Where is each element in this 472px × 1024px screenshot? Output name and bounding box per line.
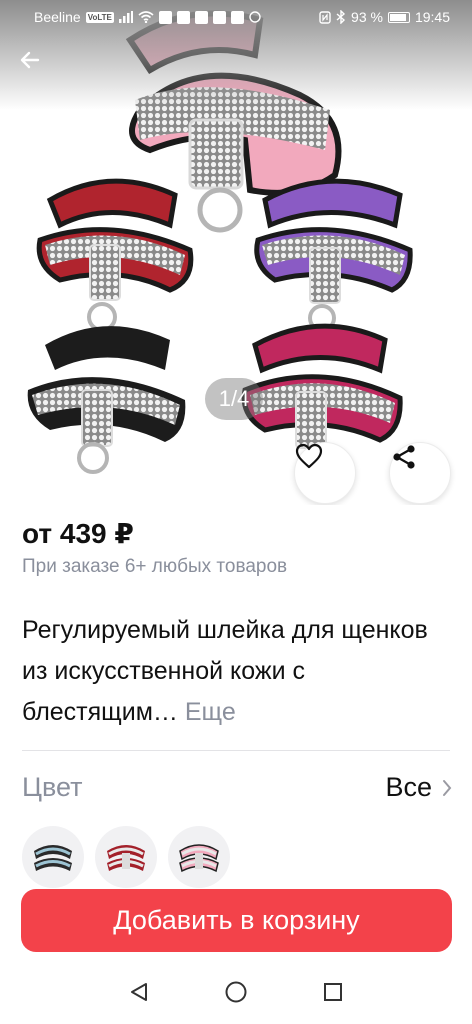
- add-to-cart-button[interactable]: Добавить в корзину: [21, 889, 452, 952]
- nav-recents-button[interactable]: [313, 972, 353, 1012]
- wifi-icon: [138, 11, 154, 23]
- notification-app-icon: [230, 10, 244, 24]
- favorite-button[interactable]: [294, 442, 356, 504]
- promo-text: При заказе 6+ любых товаров: [22, 556, 288, 577]
- all-variants-button[interactable]: Все: [385, 772, 452, 803]
- share-button[interactable]: [389, 442, 451, 504]
- volte-badge: VoLTE: [85, 11, 114, 23]
- divider: [22, 750, 450, 751]
- magenta-harness: [241, 323, 403, 449]
- product-gallery[interactable]: 1/4: [0, 0, 472, 505]
- battery-icon: [387, 11, 410, 23]
- page-indicator: 1/4: [205, 378, 263, 420]
- more-link[interactable]: Еще: [185, 698, 236, 726]
- nav-back-button[interactable]: [119, 972, 159, 1012]
- notification-app-icon: [212, 10, 226, 24]
- nav-home-button[interactable]: [216, 972, 256, 1012]
- bluetooth-icon: [336, 10, 346, 24]
- product-title[interactable]: Регулируемый шлейка для щенков из искусс…: [22, 610, 442, 733]
- notification-app-icon: [176, 10, 190, 24]
- record-icon: [249, 11, 261, 23]
- harness-thumbnail: [34, 845, 72, 871]
- heart-icon: [295, 443, 323, 469]
- back-button[interactable]: [18, 48, 58, 88]
- square-recents-icon: [324, 983, 343, 1001]
- signal-icon: [118, 11, 133, 23]
- share-icon: [393, 445, 415, 469]
- color-thumbnails: [22, 826, 230, 888]
- battery-percent: 93 %: [351, 9, 383, 25]
- price: от 439 ₽: [22, 518, 134, 549]
- nfc-icon: [319, 10, 331, 24]
- triangle-back-icon: [130, 983, 147, 1001]
- chevron-right-icon: [443, 779, 452, 796]
- color-thumb-pink[interactable]: [168, 826, 230, 888]
- product-image: [27, 10, 413, 474]
- color-label: Цвет: [22, 772, 83, 802]
- system-nav-bar: [0, 960, 472, 1024]
- color-thumb-black[interactable]: [22, 826, 84, 888]
- notification-app-icon: [194, 10, 208, 24]
- notification-app-icon: [158, 10, 172, 24]
- all-variants-label: Все: [385, 772, 432, 802]
- status-bar: Beeline VoLTE 93 % 19:45: [0, 0, 472, 34]
- arrow-left-icon: [20, 51, 40, 69]
- black-harness: [27, 326, 186, 474]
- color-selector-header: Цвет Все: [22, 770, 452, 810]
- circle-home-icon: [225, 981, 247, 1003]
- harness-thumbnail: [107, 845, 145, 871]
- red-harness: [36, 178, 194, 332]
- carrier-label: Beeline: [34, 9, 81, 25]
- purple-harness: [254, 178, 413, 332]
- harness-thumbnail: [179, 844, 219, 873]
- clock: 19:45: [414, 9, 450, 25]
- color-thumb-red[interactable]: [95, 826, 157, 888]
